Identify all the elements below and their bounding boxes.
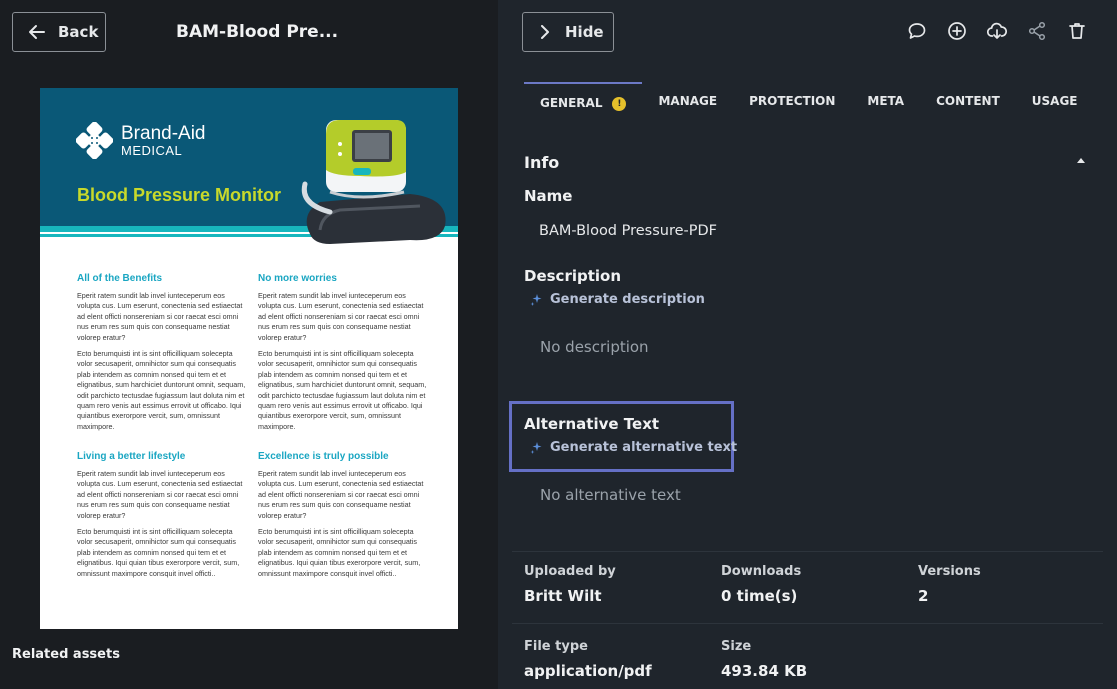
doc-heading: Living a better lifestyle <box>77 451 186 462</box>
tab-label: GENERAL <box>540 96 603 110</box>
alt-text-value[interactable]: No alternative text <box>540 486 681 504</box>
back-label: Back <box>58 23 99 41</box>
tab-protection[interactable]: PROTECTION <box>733 82 851 118</box>
generate-alt-text-label: Generate alternative text <box>550 440 738 455</box>
uploaded-by-value: Britt Wilt <box>524 587 602 605</box>
tab-usage[interactable]: USAGE <box>1016 82 1094 118</box>
doc-paragraph: Ecto berumquisti int is sint officilliqu… <box>258 349 427 431</box>
blood-pressure-device-image <box>301 120 446 244</box>
tab-label: META <box>867 94 905 108</box>
arrow-left-icon <box>29 25 45 39</box>
preview-pane: Back BAM-Blood Pre... Brand-Aid MEDICAL … <box>0 0 498 689</box>
name-value[interactable]: BAM-Blood Pressure-PDF <box>539 223 717 239</box>
tab-manage[interactable]: MANAGE <box>642 82 733 118</box>
divider <box>512 551 1103 552</box>
details-panel: Hide GENERAL! MANAGE PROTECTION META CON… <box>498 0 1117 689</box>
versions-label: Versions <box>918 564 981 579</box>
description-label: Description <box>524 267 622 285</box>
back-button[interactable]: Back <box>12 12 106 52</box>
hide-button[interactable]: Hide <box>522 12 614 52</box>
tab-general[interactable]: GENERAL! <box>524 82 643 118</box>
tab-bar: GENERAL! MANAGE PROTECTION META CONTENT … <box>524 82 1094 118</box>
size-value: 493.84 KB <box>721 662 808 680</box>
cloud-download-icon[interactable] <box>987 21 1007 41</box>
doc-paragraph: Eperit ratem sundit lab invel iunteceper… <box>258 291 424 342</box>
generate-description-label: Generate description <box>550 292 705 307</box>
file-type-value: application/pdf <box>524 662 652 680</box>
versions-value: 2 <box>918 587 929 605</box>
file-type-label: File type <box>524 639 588 654</box>
related-assets-label[interactable]: Related assets <box>12 647 120 662</box>
tab-label: USAGE <box>1031 94 1078 108</box>
tab-label: MANAGE <box>658 94 718 108</box>
doc-heading: Excellence is truly possible <box>258 451 389 462</box>
brand-block: Brand-Aid MEDICAL <box>76 122 206 159</box>
doc-column: Living a better lifestyle Eperit ratem s… <box>77 451 249 585</box>
tab-label: PROTECTION <box>749 94 836 108</box>
doc-heading: All of the Benefits <box>77 273 163 284</box>
tab-label: CONTENT <box>936 94 1000 108</box>
alt-text-highlight <box>509 401 734 472</box>
alt-text-label: Alternative Text <box>524 415 660 433</box>
size-label: Size <box>721 639 752 654</box>
chevron-right-icon <box>541 25 549 39</box>
document-preview: Brand-Aid MEDICAL Blood Pressure Monitor… <box>40 88 458 629</box>
brand-name: Brand-Aid <box>121 123 206 144</box>
generate-description-button[interactable]: Generate description <box>530 292 705 307</box>
warning-badge-icon: ! <box>612 97 627 111</box>
chevron-up-icon[interactable] <box>1076 156 1086 164</box>
add-circle-icon[interactable] <box>947 21 967 41</box>
doc-headline: Blood Pressure Monitor <box>77 185 282 205</box>
asset-title: BAM-Blood Pre... <box>176 22 339 42</box>
hide-label: Hide <box>565 23 604 41</box>
doc-paragraph: Eperit ratem sundit lab invel iunteceper… <box>258 469 424 520</box>
downloads-label: Downloads <box>721 564 802 579</box>
share-icon[interactable] <box>1027 21 1047 41</box>
brand-logo-icon <box>76 122 113 159</box>
doc-paragraph: Eperit ratem sundit lab invel iunteceper… <box>77 469 243 520</box>
doc-paragraph: Ecto berumquisti int is sint officilliqu… <box>258 527 421 578</box>
sparkle-icon <box>530 293 542 306</box>
tab-content[interactable]: CONTENT <box>920 82 1016 118</box>
name-label: Name <box>524 187 573 205</box>
uploaded-by-label: Uploaded by <box>524 564 616 579</box>
action-toolbar <box>907 21 1087 41</box>
generate-alt-text-button[interactable]: Generate alternative text <box>530 440 737 455</box>
tab-meta[interactable]: META <box>851 82 920 118</box>
doc-column: Excellence is truly possible Eperit rate… <box>258 451 430 585</box>
sparkle-icon <box>530 441 542 454</box>
description-value[interactable]: No description <box>540 338 649 356</box>
comment-icon[interactable] <box>907 21 927 41</box>
brand-sub: MEDICAL <box>121 143 183 158</box>
doc-heading: No more worries <box>258 273 337 284</box>
downloads-value: 0 time(s) <box>721 587 798 605</box>
divider <box>512 623 1103 624</box>
doc-paragraph: Ecto berumquisti int is sint officilliqu… <box>77 527 240 578</box>
doc-column: All of the Benefits Eperit ratem sundit … <box>77 273 249 438</box>
doc-paragraph: Eperit ratem sundit lab invel iunteceper… <box>77 291 243 342</box>
info-section-title: Info <box>524 153 560 172</box>
doc-paragraph: Ecto berumquisti int is sint officilliqu… <box>77 349 246 431</box>
doc-column: No more worries Eperit ratem sundit lab … <box>258 273 430 438</box>
trash-icon[interactable] <box>1067 21 1087 41</box>
